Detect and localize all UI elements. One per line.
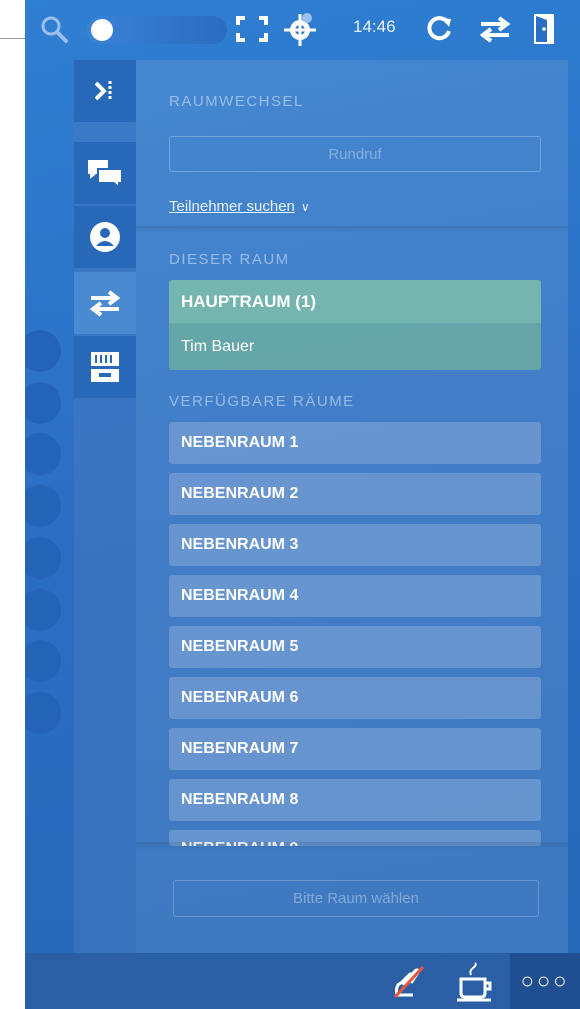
section-title-room-switch: RAUMWECHSEL xyxy=(169,93,304,110)
participant-bubble xyxy=(25,589,61,631)
coffee-break-icon[interactable] xyxy=(453,961,497,1003)
participant-bubble xyxy=(25,433,61,475)
section-divider xyxy=(136,226,568,232)
swap-icon[interactable] xyxy=(475,12,515,46)
swap-icon[interactable] xyxy=(74,272,136,334)
chat-icon[interactable] xyxy=(74,142,136,204)
collapse-icon[interactable] xyxy=(74,60,136,122)
participant-bubble xyxy=(25,537,61,579)
section-title-available-rooms: VERFÜGBARE RÄUME xyxy=(169,393,355,410)
app-stage: 14:46 RAUMWECHSEL Rundruf Teilnehmer suc… xyxy=(25,0,580,1009)
room-item[interactable]: NEBENRAUM 5 xyxy=(169,626,541,668)
volume-slider[interactable] xyxy=(87,16,227,44)
room-item[interactable]: NEBENRAUM 1 xyxy=(169,422,541,464)
chevron-down-icon: ∨ xyxy=(300,200,310,214)
fullscreen-icon[interactable] xyxy=(232,12,272,46)
top-toolbar: 14:46 xyxy=(25,0,580,60)
room-item[interactable]: NEBENRAUM 3 xyxy=(169,524,541,566)
exit-icon[interactable] xyxy=(528,10,560,48)
more-options-icon[interactable]: ○○○ xyxy=(510,953,580,1009)
list-fade xyxy=(136,842,568,850)
room-item[interactable]: NEBENRAUM 6 xyxy=(169,677,541,719)
participant-bubble xyxy=(25,382,61,424)
panel-main: RAUMWECHSEL Rundruf Teilnehmer suchen ∨ D… xyxy=(136,60,568,953)
choose-room-button[interactable]: Bitte Raum wählen xyxy=(173,880,539,917)
room-item[interactable]: NEBENRAUM 7 xyxy=(169,728,541,770)
participant-bubble xyxy=(25,330,61,372)
reload-icon[interactable] xyxy=(422,12,456,46)
current-room-name: HAUPTRAUM (1) xyxy=(169,280,541,323)
section-title-this-room: DIESER RAUM xyxy=(169,251,290,268)
search-participants-link[interactable]: Teilnehmer suchen ∨ xyxy=(169,198,310,215)
search-participants-label: Teilnehmer suchen xyxy=(169,198,295,215)
stage-icon[interactable] xyxy=(74,336,136,398)
current-room-member: Tim Bauer xyxy=(169,323,541,370)
participant-bubble xyxy=(25,692,61,734)
slider-knob[interactable] xyxy=(91,19,113,41)
room-item[interactable]: NEBENRAUM 2 xyxy=(169,473,541,515)
divider-line xyxy=(0,38,25,39)
user-icon[interactable] xyxy=(74,206,136,268)
bottom-toolbar: ○○○ xyxy=(25,953,580,1009)
raise-hand-icon[interactable] xyxy=(389,961,431,1001)
current-room-card[interactable]: HAUPTRAUM (1) Tim Bauer xyxy=(169,280,541,370)
target-icon[interactable] xyxy=(280,10,320,48)
clock-time: 14:46 xyxy=(353,17,396,36)
room-item[interactable]: NEBENRAUM 4 xyxy=(169,575,541,617)
participant-bubble xyxy=(25,640,61,682)
room-item[interactable]: NEBENRAUM 8 xyxy=(169,779,541,821)
search-icon[interactable] xyxy=(37,12,71,46)
room-switch-panel: RAUMWECHSEL Rundruf Teilnehmer suchen ∨ D… xyxy=(74,60,568,953)
panel-sidebar xyxy=(74,60,136,953)
broadcast-button[interactable]: Rundruf xyxy=(169,136,541,172)
participant-bubble xyxy=(25,485,61,527)
